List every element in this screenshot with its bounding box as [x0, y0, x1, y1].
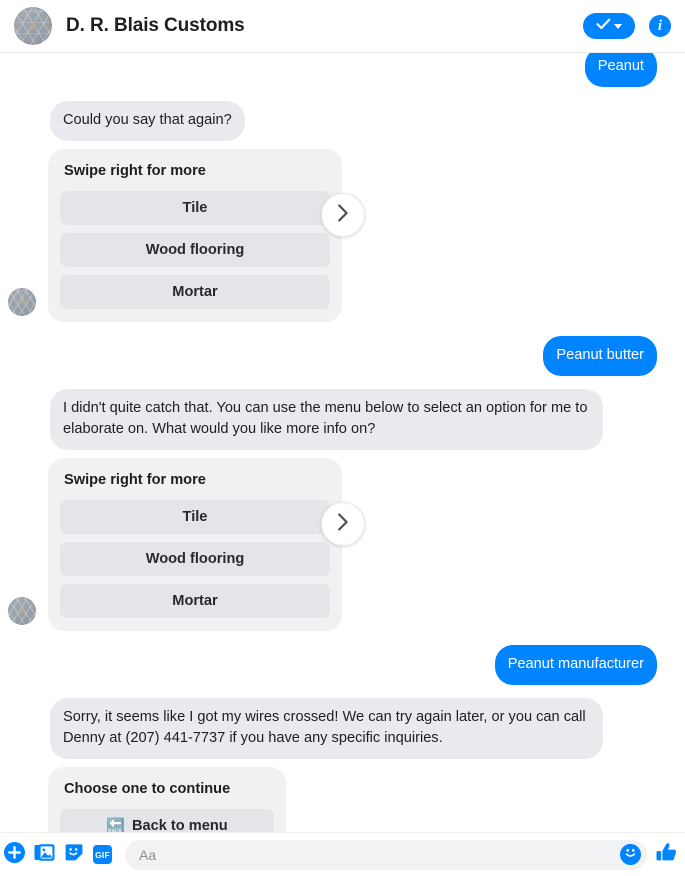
messenger-window: D. R. Blais Customs i Peanut Could you s… — [0, 0, 685, 876]
message-input[interactable] — [139, 846, 620, 863]
sticker-icon — [64, 842, 84, 867]
menu-card-title: Choose one to continue — [64, 781, 231, 797]
message-row: I didn't quite catch that. You can use t… — [0, 389, 671, 450]
message-row: Sorry, it seems like I got my wires cros… — [0, 698, 671, 759]
sticker-button[interactable] — [64, 842, 84, 867]
carousel-card: Swipe right for more Tile Wood flooring … — [48, 458, 342, 631]
carousel-title: Swipe right for more — [64, 472, 206, 488]
incoming-message-bubble: I didn't quite catch that. You can use t… — [50, 389, 603, 450]
header-actions: i — [583, 13, 671, 39]
menu-option-back-to-menu[interactable]: 🔙 Back to menu — [60, 809, 274, 832]
add-attachment-button[interactable] — [4, 841, 25, 868]
conversation-header: D. R. Blais Customs i — [0, 0, 685, 53]
incoming-message-bubble: Could you say that again? — [50, 101, 245, 141]
check-icon — [596, 17, 611, 35]
incoming-message-bubble: Sorry, it seems like I got my wires cros… — [50, 698, 603, 759]
thumbs-up-icon — [656, 842, 677, 868]
message-row: Peanut manufacturer — [0, 645, 671, 685]
outgoing-message-bubble: Peanut butter — [543, 336, 657, 376]
carousel-option-wood-flooring[interactable]: Wood flooring — [60, 542, 330, 576]
message-input-wrap[interactable] — [125, 839, 647, 870]
gif-icon: GIF — [93, 845, 112, 864]
carousel-1: Swipe right for more Tile Wood flooring … — [0, 149, 671, 322]
carousel-option-wood-flooring[interactable]: Wood flooring — [60, 233, 330, 267]
message-thread[interactable]: Peanut Could you say that again? Swipe r… — [0, 53, 685, 832]
carousel-option-mortar[interactable]: Mortar — [60, 584, 330, 618]
avatar-spacer — [14, 113, 42, 141]
outgoing-message-bubble: Peanut manufacturer — [494, 645, 657, 685]
mark-done-button[interactable] — [583, 13, 635, 39]
outgoing-message-bubble: Peanut — [584, 53, 657, 87]
plus-circle-icon — [4, 841, 25, 868]
menu-option-label: Back to menu — [131, 818, 228, 832]
carousel-next-button[interactable] — [321, 502, 365, 546]
message-row: Peanut — [0, 53, 671, 87]
bot-avatar — [8, 597, 36, 625]
chevron-down-icon — [614, 23, 622, 29]
message-composer: GIF — [0, 832, 685, 876]
page-title: D. R. Blais Customs — [66, 15, 245, 36]
menu-card-wrap: Choose one to continue 🔙 Back to menu — [0, 767, 671, 832]
gif-button[interactable]: GIF — [93, 845, 112, 864]
page-avatar — [14, 7, 52, 45]
carousel-option-tile[interactable]: Tile — [60, 500, 330, 534]
carousel-option-mortar[interactable]: Mortar — [60, 275, 330, 309]
photo-button[interactable] — [34, 842, 55, 868]
carousel-title: Swipe right for more — [64, 163, 206, 179]
chevron-right-icon — [337, 203, 349, 227]
chevron-right-icon — [337, 512, 349, 536]
carousel-next-button[interactable] — [321, 193, 365, 237]
carousel-2: Swipe right for more Tile Wood flooring … — [0, 458, 671, 631]
info-button[interactable]: i — [649, 15, 671, 37]
carousel-option-tile[interactable]: Tile — [60, 191, 330, 225]
bot-avatar — [8, 288, 36, 316]
emoji-icon — [622, 843, 639, 866]
message-row: Peanut butter — [0, 336, 671, 376]
message-row: Could you say that again? — [0, 101, 671, 141]
avatar-spacer — [14, 731, 42, 759]
photo-icon — [34, 842, 55, 868]
carousel-card: Swipe right for more Tile Wood flooring … — [48, 149, 342, 322]
emoji-button[interactable] — [620, 843, 641, 866]
like-button[interactable] — [656, 842, 677, 868]
avatar-spacer — [14, 422, 42, 450]
back-arrow-icon: 🔙 — [106, 817, 125, 833]
menu-card: Choose one to continue 🔙 Back to menu — [48, 767, 286, 832]
